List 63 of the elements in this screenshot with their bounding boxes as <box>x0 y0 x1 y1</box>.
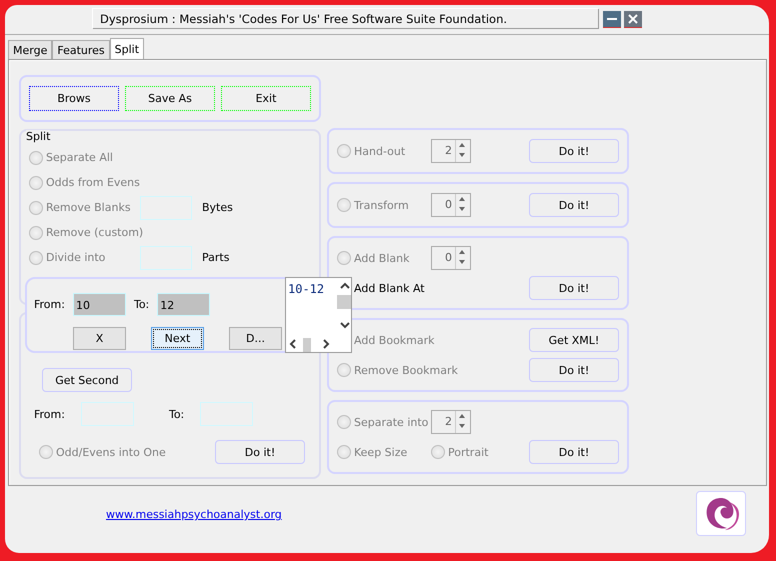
action-button[interactable]: Do it! <box>529 276 619 300</box>
to-field[interactable] <box>200 402 254 426</box>
window-title: Dysprosium : Messiah's 'Codes For Us' Free Software Suite Foundation. <box>92 8 598 28</box>
to-label: To: <box>168 408 184 420</box>
scroll-up-icon[interactable] <box>340 281 350 291</box>
radio-label: Add Blank <box>354 252 410 264</box>
action-button[interactable]: Save As <box>125 86 215 111</box>
radio-label: Add Blank At <box>354 282 425 294</box>
action-button[interactable]: Exit <box>221 86 311 111</box>
radio-label: Add Bookmark <box>354 334 435 346</box>
action-button[interactable]: Get XML! <box>529 328 619 352</box>
to-field[interactable]: 12 <box>157 293 210 316</box>
do-it-button[interactable]: Do it! <box>215 440 305 464</box>
radio-label: Remove (custom) <box>46 226 140 239</box>
input-field[interactable] <box>140 196 192 220</box>
list-item[interactable]: 10-12 <box>288 282 351 296</box>
get-second-button[interactable]: Get Second <box>42 368 132 392</box>
popup-button[interactable]: Next <box>151 327 204 350</box>
number-spinner[interactable]: 2 <box>431 410 471 434</box>
website-link[interactable]: www.messiahpsychoanalyst.org <box>106 508 282 521</box>
radio-label: Divide into <box>46 251 106 264</box>
scrollbar-thumb[interactable] <box>337 295 351 309</box>
radio-label: Remove Blanks <box>46 201 132 214</box>
action-button[interactable]: Do it! <box>529 139 619 163</box>
radio-label: Transform <box>354 198 409 212</box>
unit-label: Bytes <box>202 201 233 214</box>
from-field[interactable]: 10 <box>72 293 126 316</box>
close-icon <box>627 13 639 25</box>
number-spinner[interactable]: 2 <box>431 139 471 163</box>
action-button[interactable]: Do it! <box>529 440 619 464</box>
radio-label: Odds from Evens <box>46 176 140 189</box>
scrollbar-thumb[interactable] <box>303 338 311 352</box>
close-button[interactable] <box>624 11 642 28</box>
radio-label: Keep Size <box>354 446 408 458</box>
radio-label: Portrait <box>448 446 488 458</box>
radio-label: Remove Bookmark <box>354 364 458 376</box>
action-button[interactable]: Do it! <box>529 193 619 217</box>
radio-label: Odd/Evens into One <box>56 446 166 458</box>
scroll-left-icon[interactable] <box>288 339 298 349</box>
number-spinner[interactable]: 0 <box>431 193 471 217</box>
range-list[interactable]: 10-12 <box>285 277 352 353</box>
action-button[interactable]: Do it! <box>529 358 619 382</box>
tab[interactable]: Merge <box>8 40 52 59</box>
tab[interactable]: Split <box>110 38 144 59</box>
tab[interactable]: Features <box>52 40 110 59</box>
scroll-right-icon[interactable] <box>321 339 331 349</box>
from-field[interactable] <box>80 402 134 426</box>
scroll-down-icon[interactable] <box>340 320 350 330</box>
minimize-button[interactable] <box>603 11 621 28</box>
action-button[interactable]: Brows <box>29 86 119 111</box>
radio-label: Hand-out <box>354 144 406 158</box>
popup-button[interactable]: X <box>73 327 126 350</box>
logo-icon <box>696 491 746 536</box>
from-label: From: <box>34 408 65 420</box>
popup-button[interactable]: D... <box>229 327 282 350</box>
group-title: Split <box>26 130 50 143</box>
unit-label: Parts <box>202 251 230 264</box>
input-field[interactable] <box>140 246 192 270</box>
radio-label: Separate All <box>46 151 114 164</box>
to-label: To: <box>134 298 150 311</box>
radio-label: Separate into <box>354 416 428 428</box>
number-spinner[interactable]: 0 <box>431 246 471 270</box>
from-label: From: <box>34 298 65 311</box>
